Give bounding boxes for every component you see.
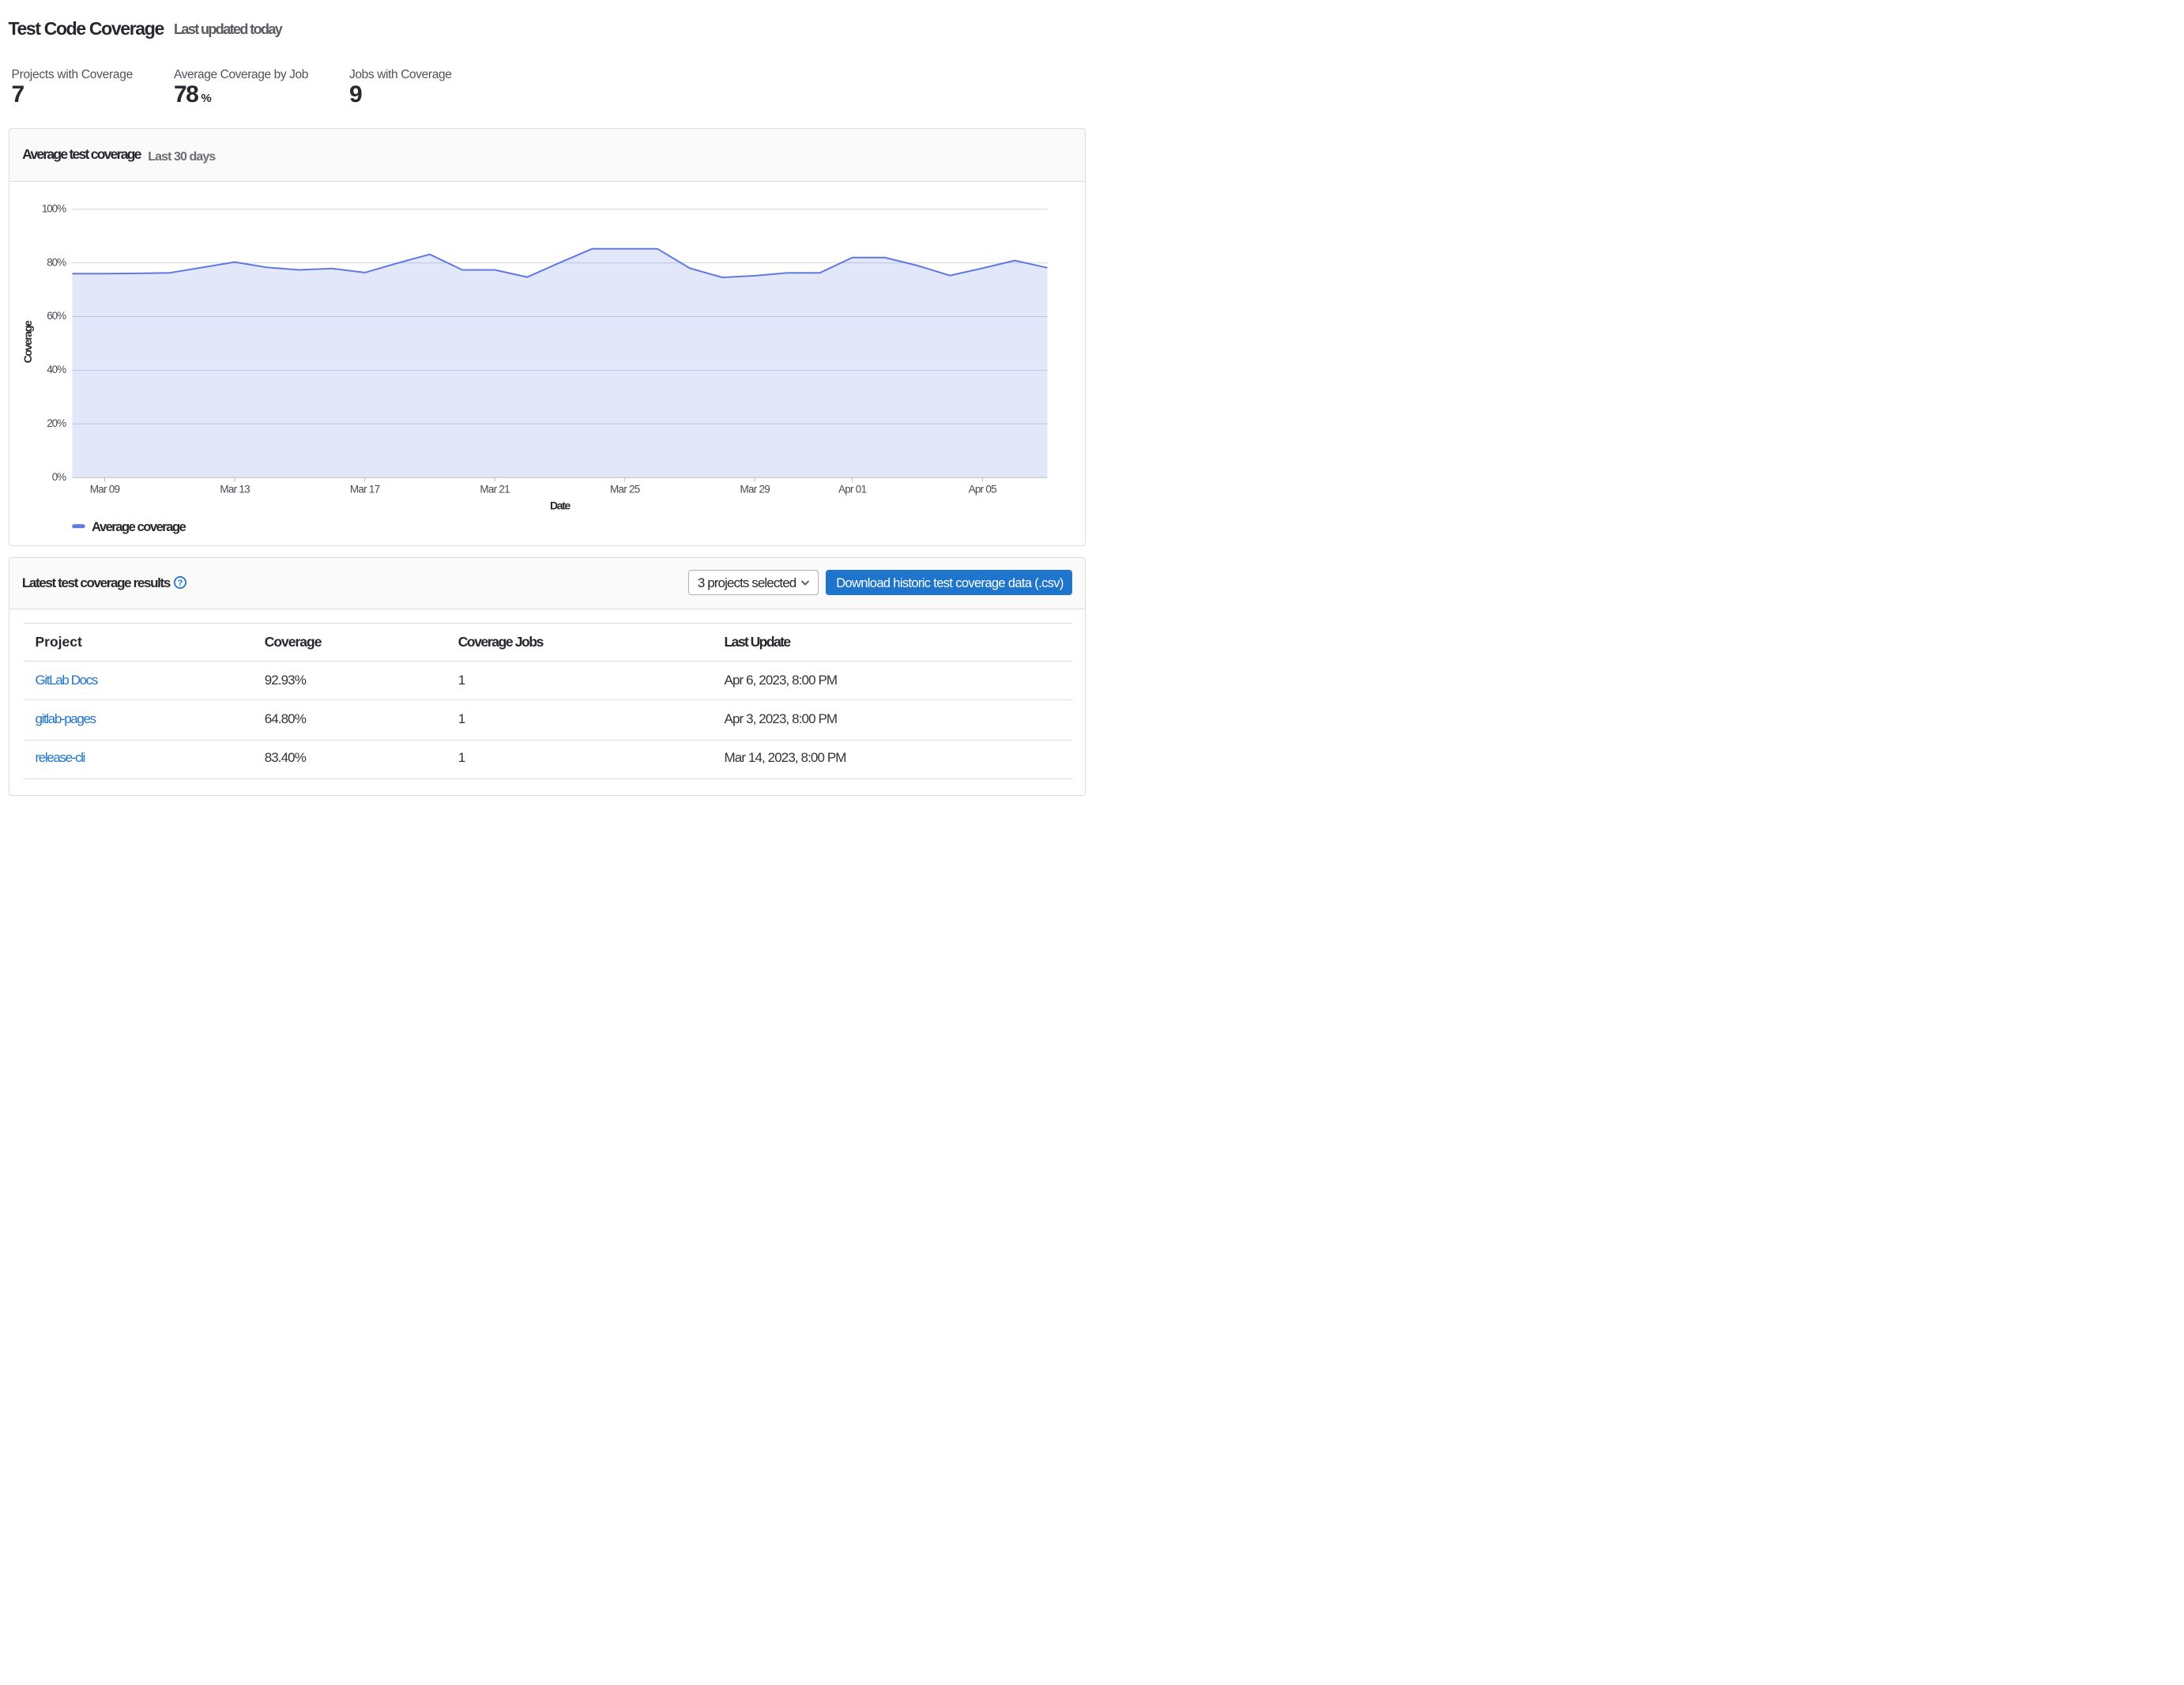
svg-text:Mar 13: Mar 13 (220, 483, 250, 495)
svg-text:40%: 40% (47, 364, 66, 375)
svg-text:Mar 17: Mar 17 (349, 483, 379, 495)
svg-text:100%: 100% (41, 202, 66, 214)
svg-text:?: ? (177, 579, 183, 588)
svg-text:Average coverage: Average coverage (92, 520, 186, 534)
svg-text:Coverage: Coverage (21, 319, 34, 363)
svg-text:20%: 20% (47, 417, 66, 428)
svg-text:Mar 29: Mar 29 (740, 483, 770, 495)
svg-text:Apr 01: Apr 01 (838, 483, 867, 495)
svg-text:Mar 09: Mar 09 (89, 483, 119, 495)
svg-text:0%: 0% (51, 470, 66, 482)
svg-text:80%: 80% (47, 256, 66, 268)
svg-text:Mar 25: Mar 25 (610, 483, 640, 495)
svg-text:Apr 05: Apr 05 (968, 483, 996, 495)
svg-text:60%: 60% (47, 310, 66, 322)
svg-text:Mar 21: Mar 21 (480, 483, 510, 495)
svg-text:Date: Date (550, 499, 571, 511)
